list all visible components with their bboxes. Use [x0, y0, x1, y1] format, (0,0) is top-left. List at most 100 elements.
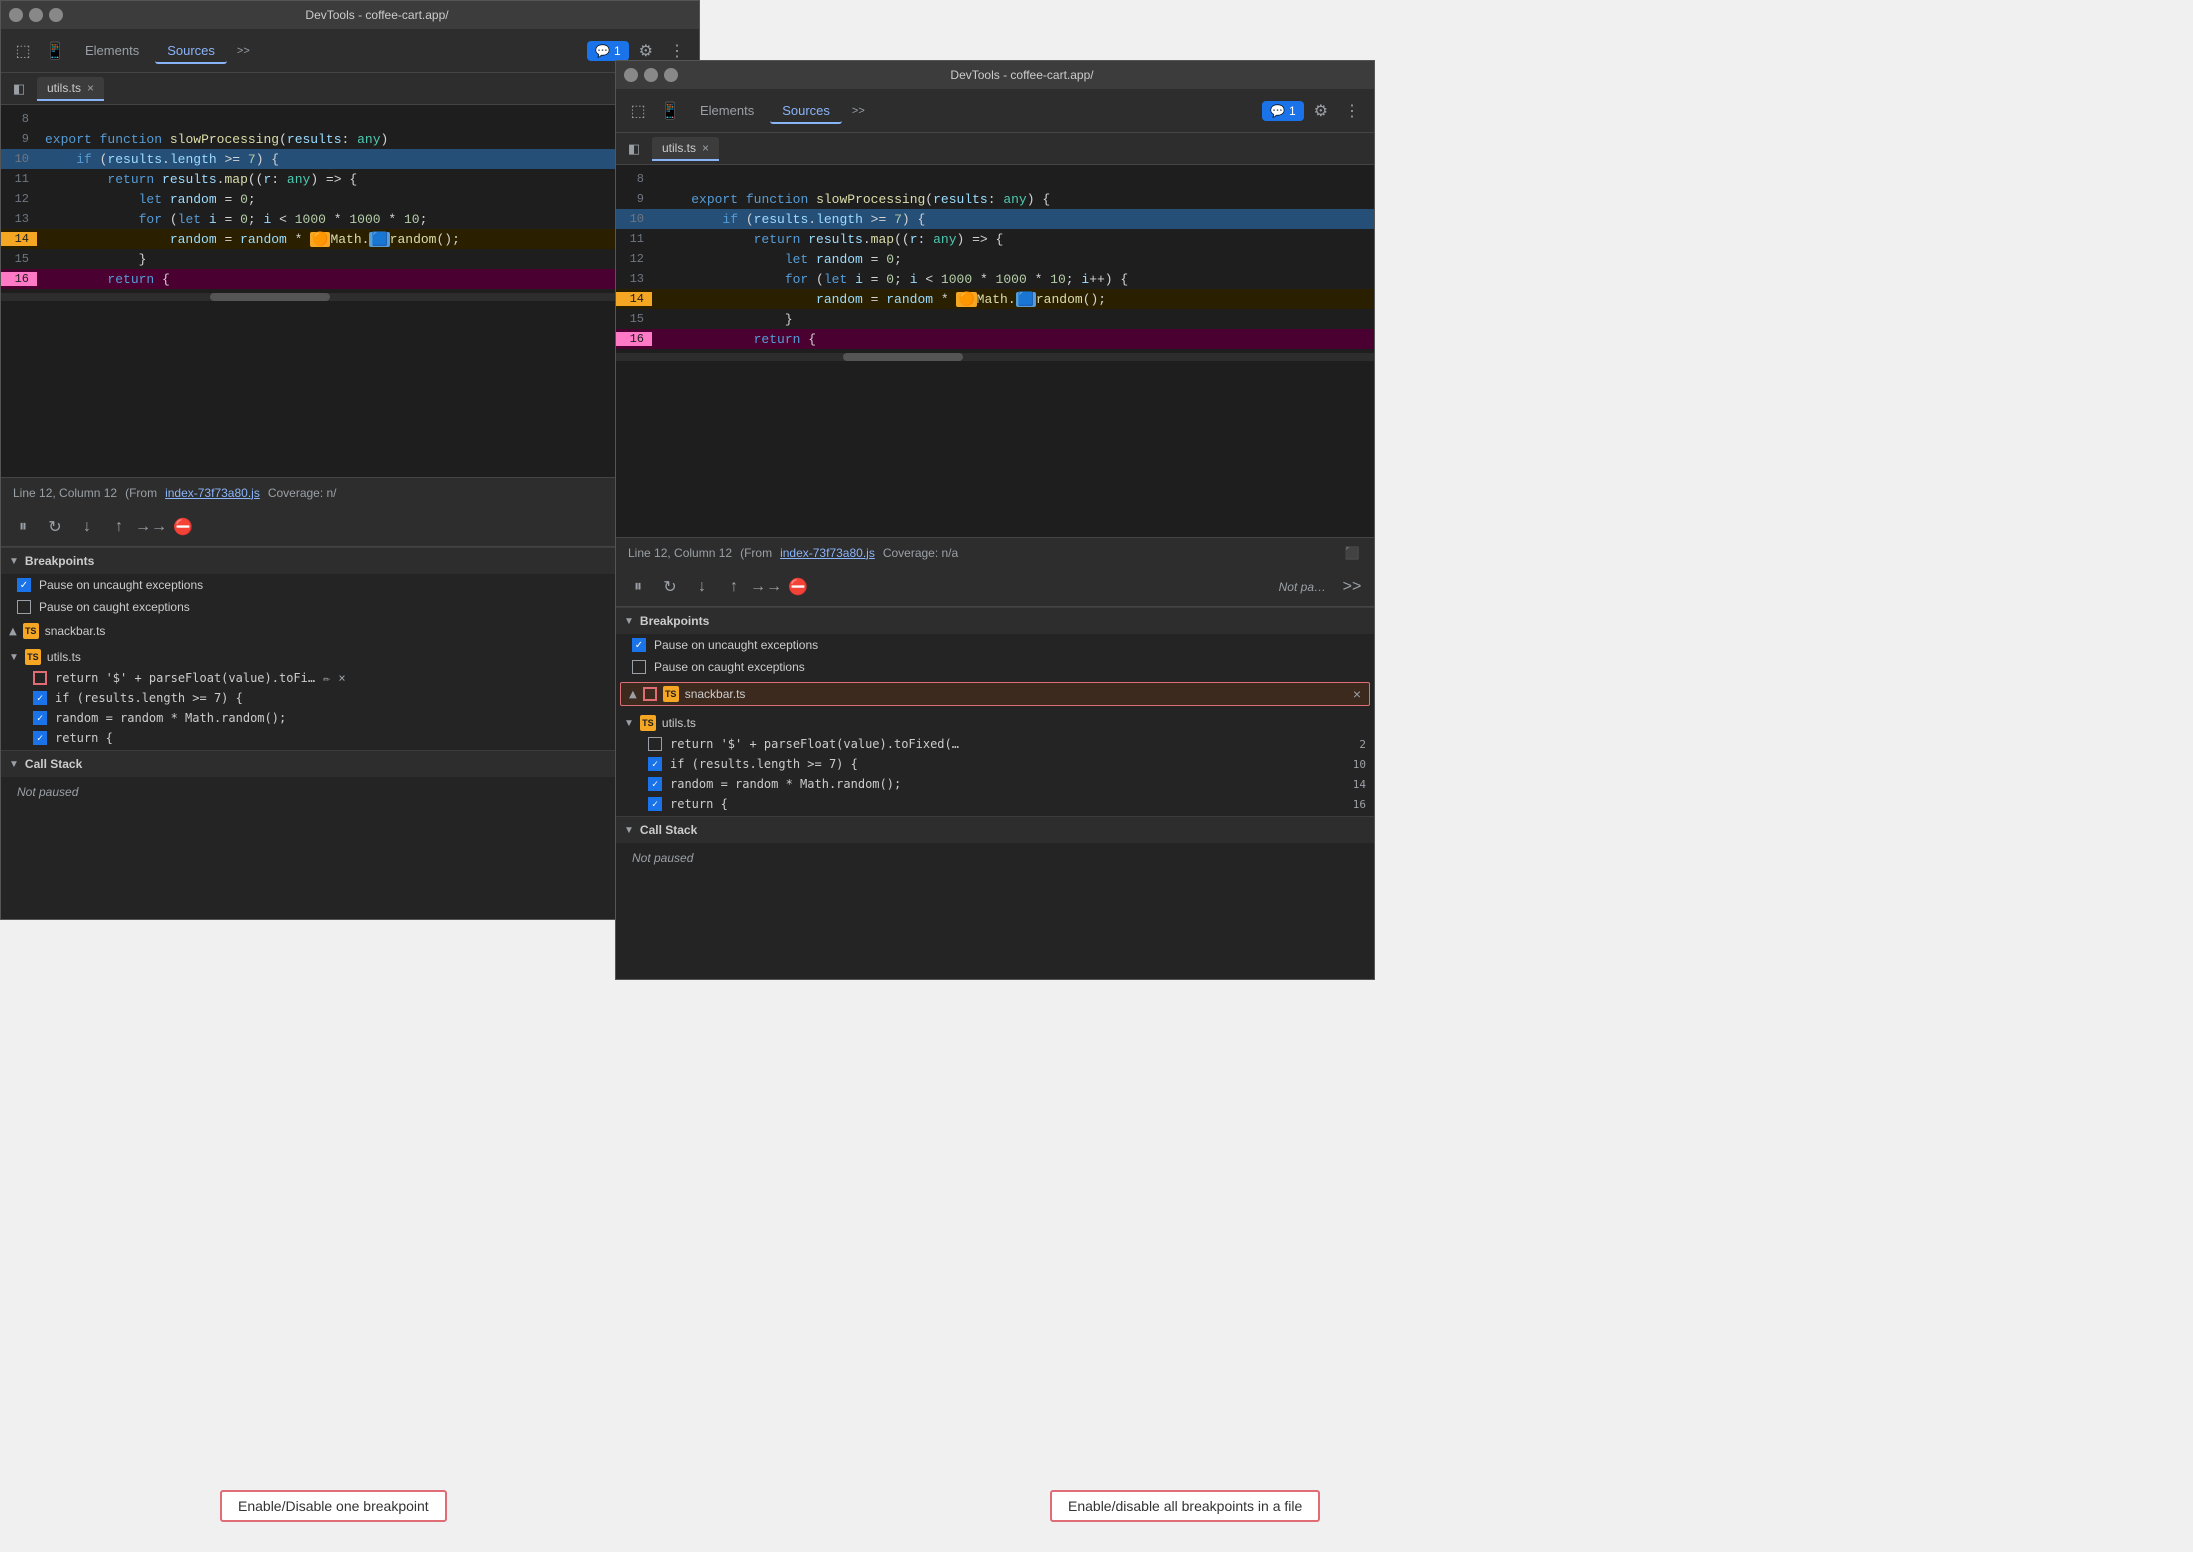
bp-file-utils-right: ▼ TS utils.ts return '$' + parseFloat(va…: [616, 710, 1374, 816]
pause-caught-right[interactable]: Pause on caught exceptions: [616, 656, 1374, 678]
more-tabs-left[interactable]: >>: [231, 41, 256, 61]
breakpoints-header-left[interactable]: ▼ Breakpoints: [1, 548, 699, 574]
bp-item-2-left[interactable]: if (results.length >= 7) { 10: [1, 688, 699, 708]
pause-btn-left[interactable]: ⏸: [9, 513, 37, 541]
deactivate-btn-left[interactable]: ⛔: [169, 513, 197, 541]
bp-checkbox-1-right[interactable]: [648, 737, 662, 751]
call-stack-header-right[interactable]: ▼ Call Stack: [616, 817, 1374, 843]
step-out-btn-right[interactable]: ↑: [720, 573, 748, 601]
bp-item-1-left[interactable]: return '$' + parseFloat(value).toFi… ✏ ×…: [1, 668, 699, 688]
bp-item-3-right[interactable]: random = random * Math.random(); 14: [616, 774, 1374, 794]
file-tab-close-right[interactable]: ×: [702, 141, 709, 155]
coverage-panel-icon-right[interactable]: ⬛: [1342, 543, 1362, 563]
close-btn-left[interactable]: ×: [49, 8, 63, 22]
tab-sources-right[interactable]: Sources: [770, 97, 842, 124]
file-tab-close-left[interactable]: ×: [87, 81, 94, 95]
scrollbar-thumb-right[interactable]: [843, 353, 963, 361]
inspect-icon-right[interactable]: ⬚: [624, 97, 652, 125]
tab-elements-left[interactable]: Elements: [73, 37, 151, 64]
debug-toolbar-right: ⏸ ↻ ↓ ↑ →→ ⛔ Not pa… >>: [616, 567, 1374, 607]
pause-caught-left[interactable]: Pause on caught exceptions: [1, 596, 699, 618]
pause-uncaught-left[interactable]: Pause on uncaught exceptions: [1, 574, 699, 596]
breakpoints-header-right[interactable]: ▼ Breakpoints: [616, 608, 1374, 634]
maximize-btn-left[interactable]: □: [29, 8, 43, 22]
chat-badge-left[interactable]: 💬 1: [587, 41, 629, 61]
step-into-btn-right[interactable]: ↓: [688, 573, 716, 601]
call-stack-header-left[interactable]: ▼ Call Stack: [1, 751, 699, 777]
bp-checkbox-1-left[interactable]: [33, 671, 47, 685]
tab-elements-right[interactable]: Elements: [688, 97, 766, 124]
code-scrollbar-left[interactable]: [1, 293, 699, 301]
titlebar-left: - □ × DevTools - coffee-cart.app/: [1, 1, 699, 29]
step-over-btn-right[interactable]: ↻: [656, 573, 684, 601]
call-stack-section-right: ▼ Call Stack Not paused: [616, 816, 1374, 873]
bp-item-4-left[interactable]: return { 16: [1, 728, 699, 748]
file-tab-utils-right[interactable]: utils.ts ×: [652, 137, 719, 161]
continue-btn-left[interactable]: →→: [137, 513, 165, 541]
bp-checkbox-4-right[interactable]: [648, 797, 662, 811]
pause-uncaught-checkbox-right[interactable]: [632, 638, 646, 652]
minimize-btn-right[interactable]: -: [624, 68, 638, 82]
pause-caught-checkbox-right[interactable]: [632, 660, 646, 674]
pause-btn-right[interactable]: ⏸: [624, 573, 652, 601]
bp-checkbox-2-right[interactable]: [648, 757, 662, 771]
deactivate-btn-right[interactable]: ⛔: [784, 573, 812, 601]
bp-file-snackbar-right: ▶ TS snackbar.ts ×: [616, 678, 1374, 710]
code-lines-right: 8 9 export function slowProcessing(resul…: [616, 165, 1374, 353]
bp-item-4-right[interactable]: return { 16: [616, 794, 1374, 814]
debug-toolbar-left: ⏸ ↻ ↓ ↑ →→ ⛔: [1, 507, 699, 547]
devtools-left: - □ × DevTools - coffee-cart.app/ ⬚ 📱 El…: [0, 0, 700, 920]
bp-snackbar-header-right[interactable]: ▶ TS snackbar.ts ×: [620, 682, 1370, 706]
statusbar-right: Line 12, Column 12 (From index-73f73a80.…: [616, 537, 1374, 567]
bp-checkbox-3-left[interactable]: [33, 711, 47, 725]
bp-item-3-left[interactable]: random = random * Math.random(); 14: [1, 708, 699, 728]
code-line-13-right: 13 for (let i = 0; i < 1000 * 1000 * 10;…: [616, 269, 1374, 289]
bp-utils-header-left[interactable]: ▼ TS utils.ts: [1, 646, 699, 668]
bp-snackbar-header-left[interactable]: ▶ TS snackbar.ts: [1, 620, 699, 642]
pause-uncaught-checkbox-left[interactable]: [17, 578, 31, 592]
step-over-btn-left[interactable]: ↻: [41, 513, 69, 541]
cursor-position-right: Line 12, Column 12: [628, 546, 732, 560]
breakpoints-label-right: Breakpoints: [640, 614, 709, 628]
step-out-btn-left[interactable]: ↑: [105, 513, 133, 541]
bp-utils-header-right[interactable]: ▼ TS utils.ts: [616, 712, 1374, 734]
source-file-link-right[interactable]: index-73f73a80.js: [780, 546, 875, 560]
inspect-icon-left[interactable]: ⬚: [9, 37, 37, 65]
minimize-btn-left[interactable]: -: [9, 8, 23, 22]
device-icon-right[interactable]: 📱: [656, 97, 684, 125]
more-options-right[interactable]: ⋮: [1338, 97, 1366, 125]
tab-sources-left[interactable]: Sources: [155, 37, 227, 64]
snackbar-icon-left: TS: [23, 623, 39, 639]
step-into-btn-left[interactable]: ↓: [73, 513, 101, 541]
bp-checkbox-2-left[interactable]: [33, 691, 47, 705]
source-file-link-left[interactable]: index-73f73a80.js: [165, 486, 260, 500]
pause-caught-checkbox-left[interactable]: [17, 600, 31, 614]
code-line-10-right: 10 if (results.length >= 7) {: [616, 209, 1374, 229]
snackbar-close-right[interactable]: ×: [1353, 686, 1361, 702]
bp-item-2-right[interactable]: if (results.length >= 7) { 10: [616, 754, 1374, 774]
bp-checkbox-4-left[interactable]: [33, 731, 47, 745]
close-btn-right[interactable]: ×: [664, 68, 678, 82]
navbar-left: ⬚ 📱 Elements Sources >> 💬 1 ⚙ ⋮: [1, 29, 699, 73]
file-tab-utils-left[interactable]: utils.ts ×: [37, 77, 104, 101]
expand-btn-right[interactable]: >>: [1338, 573, 1366, 601]
file-tab-name-right: utils.ts: [662, 141, 696, 155]
more-tabs-right[interactable]: >>: [846, 101, 871, 121]
not-paused-right-label: Not pa…: [1271, 576, 1334, 598]
bp-code-3-left: random = random * Math.random();: [55, 711, 286, 725]
code-scrollbar-right[interactable]: [616, 353, 1374, 361]
maximize-btn-right[interactable]: □: [644, 68, 658, 82]
bp-item-1-right[interactable]: return '$' + parseFloat(value).toFixed(……: [616, 734, 1374, 754]
sidebar-toggle-left[interactable]: ◧: [5, 75, 33, 103]
sidebar-toggle-right[interactable]: ◧: [620, 135, 648, 163]
bp-checkbox-3-right[interactable]: [648, 777, 662, 791]
devtools-right: - □ × DevTools - coffee-cart.app/ ⬚ 📱 El…: [615, 60, 1375, 980]
scrollbar-thumb-left[interactable]: [210, 293, 330, 301]
snackbar-checkbox-right[interactable]: [643, 687, 657, 701]
settings-icon-right[interactable]: ⚙: [1308, 97, 1334, 125]
continue-btn-right[interactable]: →→: [752, 573, 780, 601]
code-line-14-left: ? 14 random = random * 🟠Math.🟦random();: [1, 229, 699, 249]
chat-badge-right[interactable]: 💬 1: [1262, 101, 1304, 121]
device-icon-left[interactable]: 📱: [41, 37, 69, 65]
pause-uncaught-right[interactable]: Pause on uncaught exceptions: [616, 634, 1374, 656]
